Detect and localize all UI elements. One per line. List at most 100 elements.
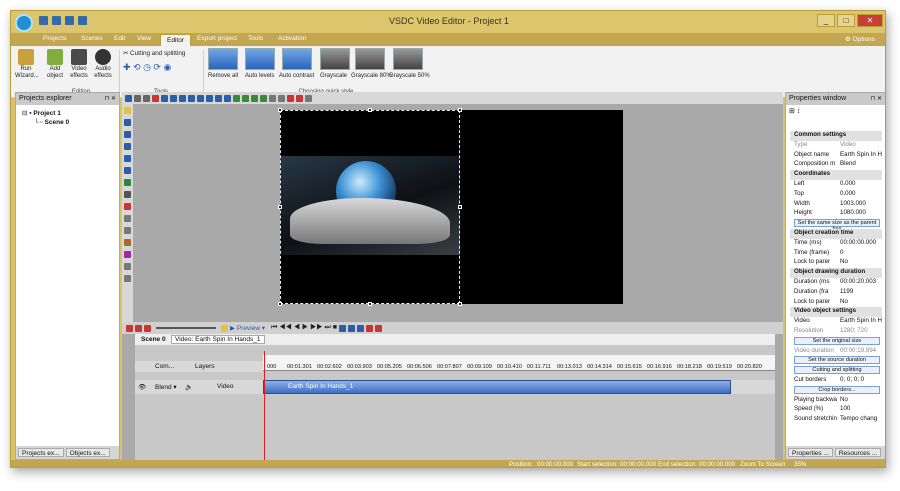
sort-icons[interactable]: ⊞ ↕ xyxy=(789,107,800,115)
menu-projects[interactable]: Projects xyxy=(43,35,66,42)
send-back-icon[interactable] xyxy=(260,94,267,102)
property-row[interactable]: Lock to parer No xyxy=(790,298,882,308)
zoom-to-screen-button[interactable]: Zoom To Screen xyxy=(740,461,785,467)
video-tool-icon[interactable] xyxy=(124,119,131,126)
undo-icon[interactable] xyxy=(161,94,168,102)
property-row[interactable]: Object name Earth Spin In H xyxy=(790,151,882,161)
new-object-icon[interactable] xyxy=(134,94,141,102)
property-value[interactable]: 1199 xyxy=(840,288,853,295)
loop-icon[interactable] xyxy=(221,324,228,332)
move-down-icon[interactable] xyxy=(242,94,249,102)
property-value[interactable]: 00:00:20.003 xyxy=(840,278,876,285)
property-value[interactable]: No xyxy=(840,396,848,403)
ungroup-icon[interactable] xyxy=(278,94,285,102)
align-middle-icon[interactable] xyxy=(215,94,222,102)
property-row[interactable]: Sound stretchin Tempo chang xyxy=(790,415,882,425)
property-value[interactable]: Earth Spin In H xyxy=(840,151,882,158)
resize-handle[interactable] xyxy=(278,302,282,306)
resize-handle[interactable] xyxy=(458,108,462,112)
property-value[interactable]: 0; 0; 0; 0 xyxy=(840,376,864,383)
property-row[interactable]: Left 0.000 xyxy=(790,180,882,190)
tools-row-icons[interactable]: ✚ ⟲ ◷ ⟳ ◉ xyxy=(123,63,171,72)
property-row[interactable]: Lock to parer No xyxy=(790,258,882,268)
tab-video-object[interactable]: Video: Earth Spin In Hands_1 xyxy=(171,335,265,344)
remove-icon[interactable] xyxy=(374,324,382,332)
property-row[interactable]: Width 1003.000 xyxy=(790,200,882,210)
visibility-icon[interactable]: 👁 xyxy=(138,383,146,391)
property-row[interactable]: Time (ms) 00:00:00.000 xyxy=(790,239,882,249)
pin-icon[interactable]: ⊓ ✕ xyxy=(105,95,116,102)
menu-edit[interactable]: Edit xyxy=(114,35,125,42)
property-value[interactable]: 1003.000 xyxy=(840,200,866,207)
ellipse-tool-icon[interactable] xyxy=(124,179,131,186)
resize-handle[interactable] xyxy=(368,302,372,306)
property-action-button[interactable]: Crop borders... xyxy=(794,385,880,394)
line-tool-icon[interactable] xyxy=(124,155,131,162)
lock-tool-icon[interactable] xyxy=(124,275,131,282)
align-center-icon[interactable] xyxy=(188,94,195,102)
property-row[interactable]: Height 1080.000 xyxy=(790,209,882,219)
menu-scenes[interactable]: Scenes xyxy=(81,35,103,42)
sprite-tool-icon[interactable] xyxy=(124,227,131,234)
style-grayscale-80-thumb[interactable] xyxy=(355,48,385,70)
tree-item-project[interactable]: ⊟ ▪ Project 1 xyxy=(22,109,69,118)
move-up-icon[interactable] xyxy=(233,94,240,102)
add-object-button[interactable]: Add object xyxy=(44,49,66,80)
property-action-button[interactable]: Set the same size as the parent has xyxy=(794,219,880,232)
pointer-tool-icon[interactable] xyxy=(124,107,131,114)
blend-mode-select[interactable]: Blend ▾ xyxy=(155,383,177,391)
property-value[interactable]: Blend xyxy=(840,160,856,167)
property-value[interactable]: 00:00:19.994 xyxy=(840,347,876,354)
rectangle-tool-icon[interactable] xyxy=(124,167,131,174)
property-row[interactable]: Duration (ms 00:00:20.003 xyxy=(790,278,882,288)
resize-handle[interactable] xyxy=(458,302,462,306)
text-tool-icon[interactable] xyxy=(124,191,131,198)
property-row[interactable]: Top 0.000 xyxy=(790,190,882,200)
property-action-button[interactable]: Set the source duration xyxy=(794,356,880,365)
style-grayscale-50-thumb[interactable] xyxy=(393,48,423,70)
delete-icon[interactable] xyxy=(152,94,159,102)
style-auto-levels-thumb[interactable] xyxy=(245,48,275,70)
style-remove-all-thumb[interactable] xyxy=(208,48,238,70)
property-value[interactable]: 100 xyxy=(840,405,850,412)
property-value[interactable]: Earth Spin In H xyxy=(840,317,882,324)
property-row[interactable]: Resolution 1280; 720 xyxy=(790,327,882,337)
property-value[interactable]: 0.000 xyxy=(840,190,855,197)
audio-effects-button[interactable]: Audio effects xyxy=(92,49,114,80)
subtitle-tool-icon[interactable] xyxy=(124,203,131,210)
property-value[interactable]: 1280; 720 xyxy=(840,327,868,334)
tab-resources[interactable]: Resources ... xyxy=(834,448,882,457)
property-action-button[interactable]: Cutting and splitting xyxy=(794,366,880,375)
select-icon[interactable] xyxy=(125,94,132,102)
zoom-slider[interactable] xyxy=(156,327,216,329)
trim-icon[interactable] xyxy=(356,324,364,332)
property-value[interactable]: 0 xyxy=(840,249,843,256)
group-icon[interactable] xyxy=(269,94,276,102)
menu-export-project[interactable]: Export project xyxy=(197,35,237,42)
zoom-out-icon[interactable] xyxy=(135,324,142,332)
redo-icon[interactable] xyxy=(170,94,177,102)
property-value[interactable]: Video xyxy=(840,141,856,148)
person-tool-icon[interactable] xyxy=(124,239,131,246)
property-value[interactable]: 00:00:00.000 xyxy=(840,239,876,246)
preview-button[interactable]: ▶ Preview ▾ xyxy=(230,324,265,332)
resize-handle[interactable] xyxy=(458,205,462,209)
property-value[interactable]: 1080.000 xyxy=(840,209,866,216)
property-row[interactable]: Duration (fra 1199 xyxy=(790,288,882,298)
property-value[interactable]: Tempo chang xyxy=(840,415,877,422)
playhead-cursor[interactable] xyxy=(264,351,265,460)
property-row[interactable]: Video Earth Spin In H xyxy=(790,317,882,327)
resize-handle[interactable] xyxy=(368,108,372,112)
close-button[interactable]: ✕ xyxy=(857,14,883,27)
video-clip[interactable]: Earth Spin In Hands_1 xyxy=(263,380,731,394)
split-icon[interactable] xyxy=(347,324,355,332)
chart-tool-icon[interactable] xyxy=(124,215,131,222)
pin-icon[interactable]: ⊓ ✕ xyxy=(871,95,882,102)
style-auto-contrast-thumb[interactable] xyxy=(282,48,312,70)
menu-view[interactable]: View xyxy=(137,35,151,42)
zoom-fit-icon[interactable] xyxy=(144,324,151,332)
options-button[interactable]: ⚙ Options xyxy=(845,35,875,43)
property-row[interactable]: Time (frame) 0 xyxy=(790,249,882,259)
time-ruler[interactable]: 000 00:01.301 00:02.602 00:03.903 00:05.… xyxy=(263,355,775,371)
music-tool-icon[interactable] xyxy=(124,251,131,258)
